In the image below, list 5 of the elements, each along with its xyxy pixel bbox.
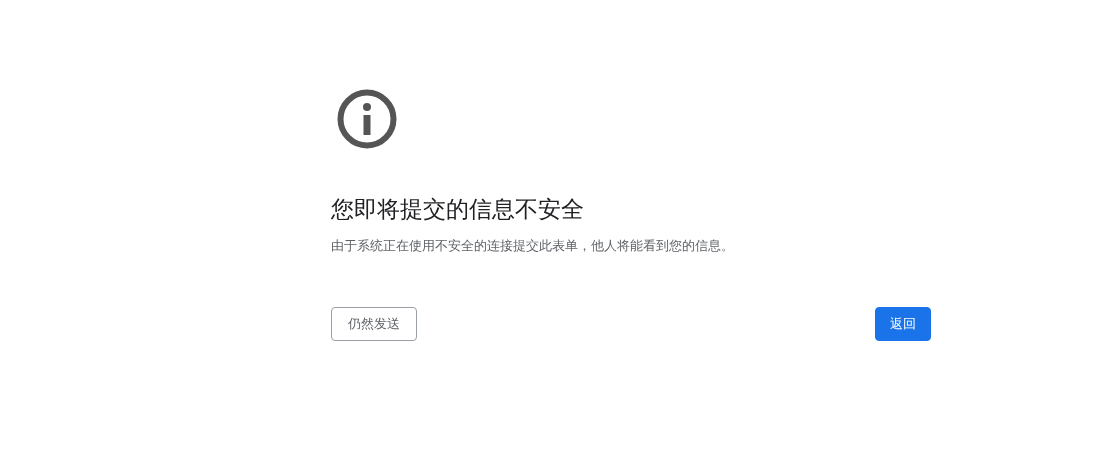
send-anyway-button[interactable]: 仍然发送 — [331, 307, 417, 341]
info-icon — [336, 88, 398, 150]
warning-message: 由于系统正在使用不安全的连接提交此表单，他人将能看到您的信息。 — [331, 237, 735, 255]
warning-title: 您即将提交的信息不安全 — [331, 195, 585, 224]
back-button[interactable]: 返回 — [875, 307, 931, 341]
